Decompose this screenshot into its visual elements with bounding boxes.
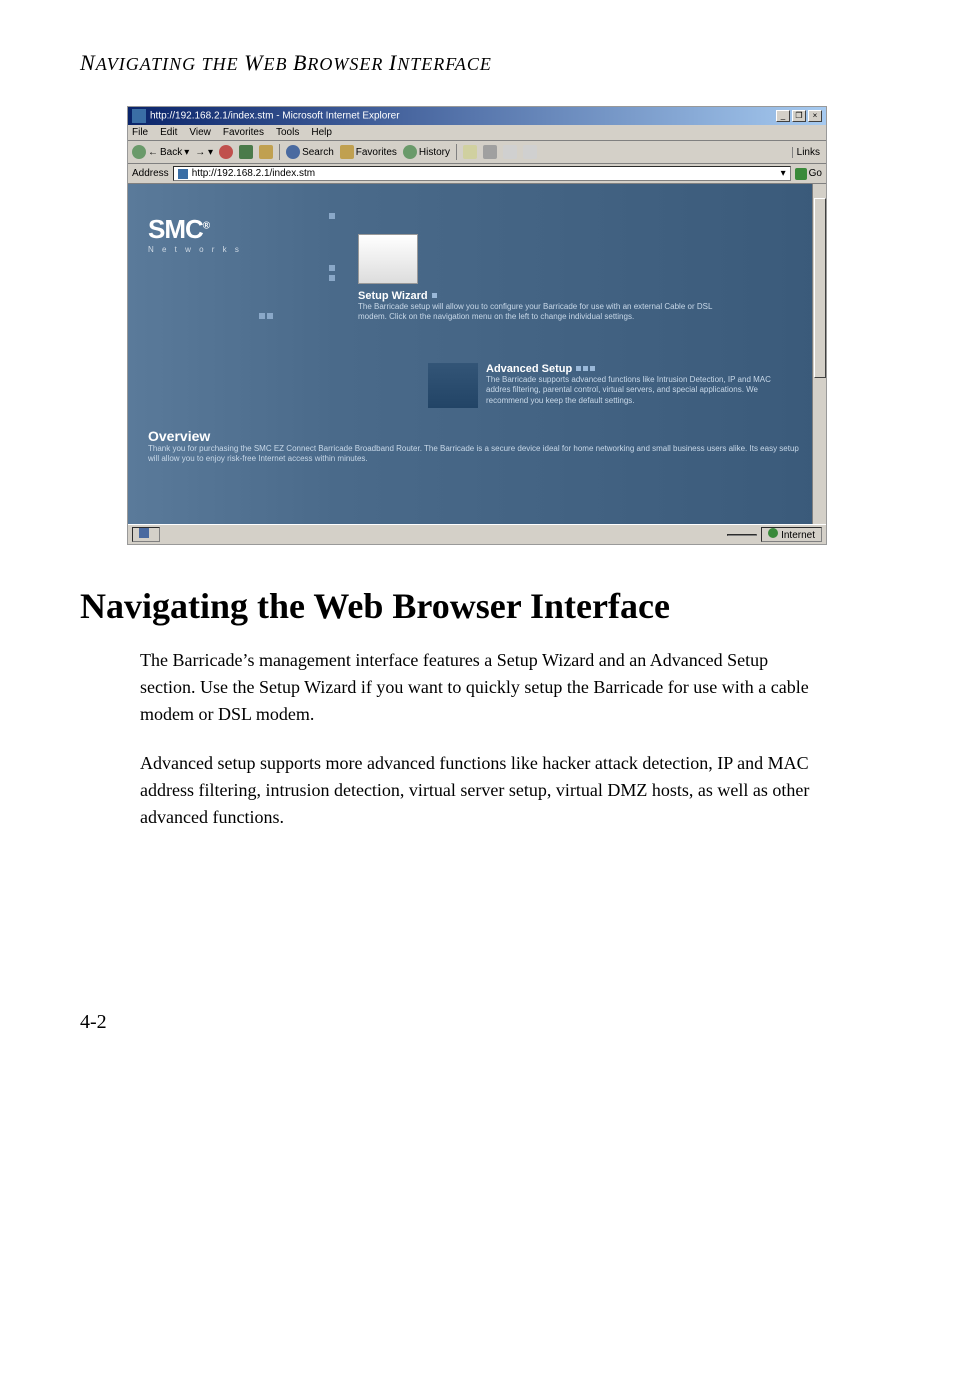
search-button[interactable]: Search [286, 145, 334, 159]
close-button[interactable]: × [808, 110, 822, 122]
favorites-button[interactable]: Favorites [340, 145, 397, 159]
overview-desc: Thank you for purchasing the SMC EZ Conn… [148, 444, 806, 465]
minimize-button[interactable]: _ [776, 110, 790, 122]
setup-wizard-image [358, 234, 418, 284]
advanced-setup-title[interactable]: Advanced Setup [486, 363, 786, 375]
links-tab[interactable]: Links [792, 147, 824, 158]
ie-toolbar: ← Back ▾ → ▾ Search Favorites History Li… [128, 141, 826, 164]
ie-app-icon [132, 109, 146, 123]
paragraph-1: The Barricade’s management interface fea… [140, 647, 820, 728]
maximize-button[interactable]: ❐ [792, 110, 806, 122]
setup-wizard-title[interactable]: Setup Wizard [358, 290, 806, 302]
back-icon [132, 145, 146, 159]
page-content: SMC® N e t w o r k s Setup Wizard The Ba… [128, 184, 826, 524]
home-icon[interactable] [259, 145, 273, 159]
mail-icon[interactable] [463, 145, 477, 159]
discuss-icon[interactable] [523, 145, 537, 159]
page-header: NAVIGATING THE WEB BROWSER INTERFACE [80, 50, 874, 76]
window-title: http://192.168.2.1/index.stm - Microsoft… [150, 111, 400, 122]
go-button[interactable]: Go [795, 168, 822, 180]
favorites-icon [340, 145, 354, 159]
ie-addressbar: Address http://192.168.2.1/index.stm ▾ G… [128, 164, 826, 184]
browser-screenshot: http://192.168.2.1/index.stm - Microsoft… [127, 106, 827, 545]
address-label: Address [132, 168, 169, 179]
scrollbar[interactable] [812, 184, 826, 524]
overview-title: Overview [148, 428, 806, 444]
refresh-icon[interactable] [239, 145, 253, 159]
print-icon[interactable] [483, 145, 497, 159]
paragraph-2: Advanced setup supports more advanced fu… [140, 750, 820, 831]
menu-file[interactable]: File [132, 127, 148, 138]
stop-icon[interactable] [219, 145, 233, 159]
setup-wizard-desc: The Barricade setup will allow you to co… [358, 302, 738, 323]
advanced-setup-section: Advanced Setup The Barricade supports ad… [428, 363, 806, 408]
history-button[interactable]: History [403, 145, 450, 159]
forward-button[interactable]: → ▾ [195, 147, 213, 158]
ie-statusbar: Internet [128, 524, 826, 544]
status-done [132, 527, 160, 542]
page-number: 4-2 [80, 1011, 874, 1034]
history-icon [403, 145, 417, 159]
advanced-setup-desc: The Barricade supports advanced function… [486, 375, 786, 406]
back-button[interactable]: ← Back ▾ [132, 145, 189, 159]
internet-zone-icon [768, 528, 778, 538]
menu-tools[interactable]: Tools [276, 127, 299, 138]
menu-favorites[interactable]: Favorites [223, 127, 264, 138]
ie-titlebar: http://192.168.2.1/index.stm - Microsoft… [128, 107, 826, 125]
go-icon [795, 168, 807, 180]
advanced-setup-image [428, 363, 478, 408]
scrollbar-thumb[interactable] [814, 198, 826, 378]
ie-menubar: File Edit View Favorites Tools Help [128, 125, 826, 141]
security-zone: Internet [761, 527, 822, 542]
menu-help[interactable]: Help [311, 127, 332, 138]
setup-wizard-section: Setup Wizard The Barricade setup will al… [358, 234, 806, 323]
page-icon [178, 169, 188, 179]
address-input[interactable]: http://192.168.2.1/index.stm ▾ [173, 166, 791, 181]
overview-section: Overview Thank you for purchasing the SM… [148, 428, 806, 465]
menu-view[interactable]: View [189, 127, 211, 138]
edit-icon[interactable] [503, 145, 517, 159]
menu-edit[interactable]: Edit [160, 127, 177, 138]
search-icon [286, 145, 300, 159]
article-heading: Navigating the Web Browser Interface [80, 585, 874, 627]
